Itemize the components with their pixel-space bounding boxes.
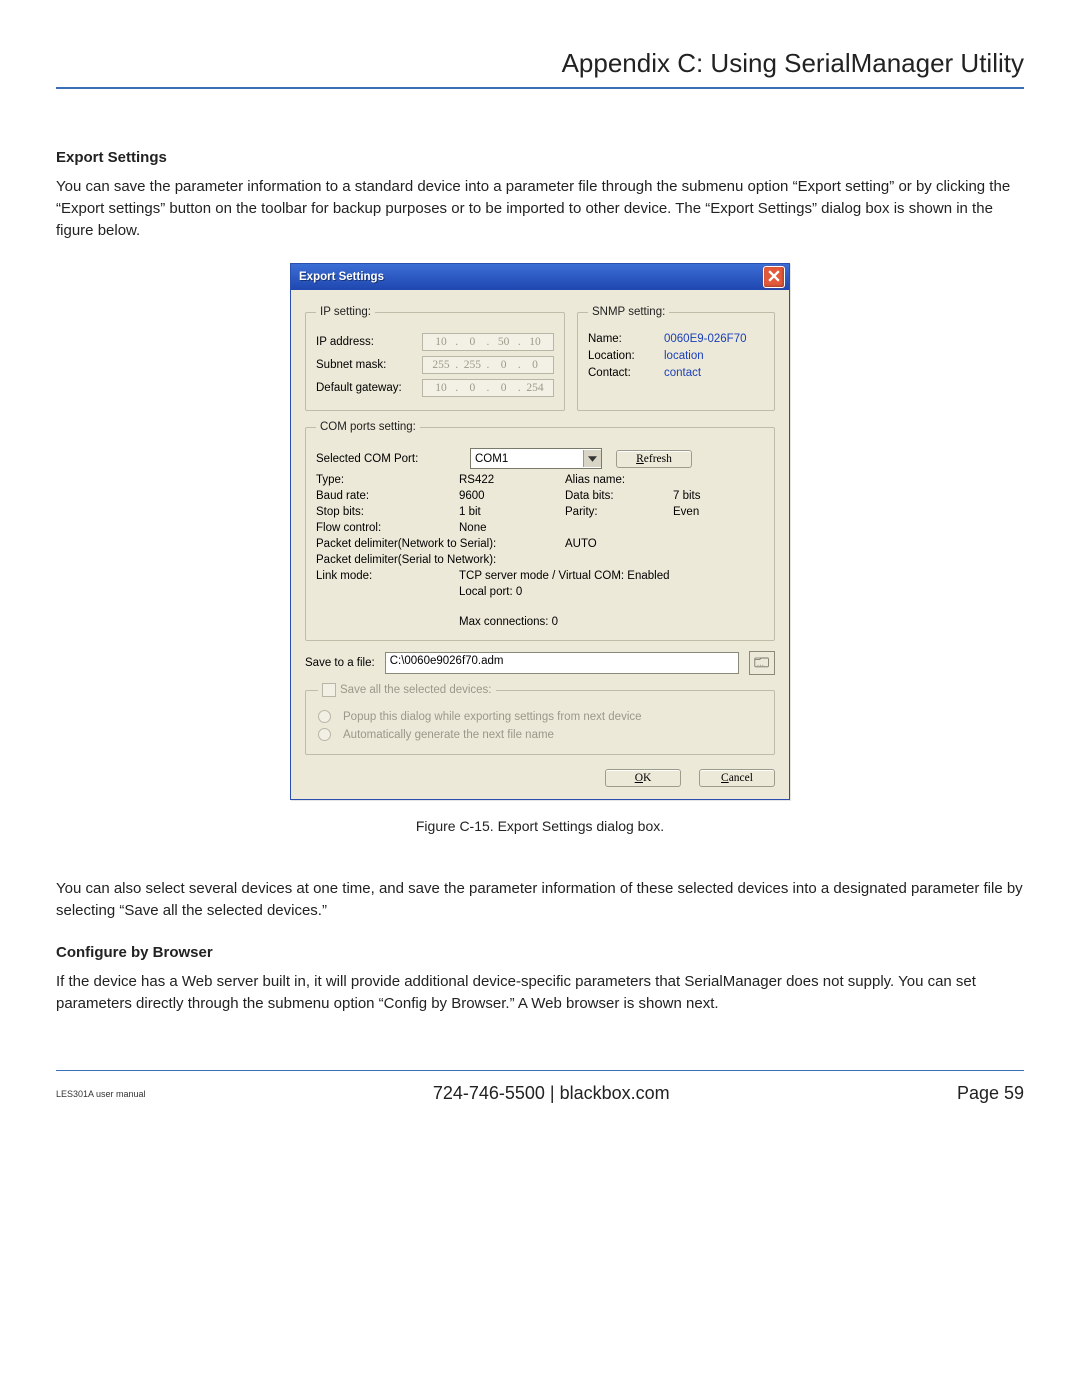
save-path-input[interactable]: C:\0060e9026f70.adm xyxy=(385,652,739,674)
ip-address-label: IP address: xyxy=(316,336,416,348)
auto-generate-label: Automatically generate the next file nam… xyxy=(343,729,554,741)
alias-label: Alias name: xyxy=(565,474,673,486)
default-gateway-input[interactable]: 10. 0. 0. 254 xyxy=(422,379,554,397)
type-label: Type: xyxy=(316,474,459,486)
browse-button[interactable] xyxy=(749,651,775,675)
figure-caption: Figure C-15. Export Settings dialog box. xyxy=(56,818,1024,834)
packet-delim-n2s-value: AUTO xyxy=(565,538,597,550)
com-port-select-value: COM1 xyxy=(471,453,583,465)
ok-button[interactable]: OK xyxy=(605,769,681,787)
ip-address-input[interactable]: 10. 0. 50. 10 xyxy=(422,333,554,351)
popup-dialog-radio[interactable] xyxy=(318,710,331,723)
com-ports-legend: COM ports setting: xyxy=(316,421,420,433)
folder-icon xyxy=(754,655,770,672)
cancel-button[interactable]: Cancel xyxy=(699,769,775,787)
page-title: Appendix C: Using SerialManager Utility xyxy=(56,48,1024,79)
snmp-location-label: Location: xyxy=(588,350,658,362)
ip-setting-fieldset: IP setting: IP address: 10. 0. 50. 10 S xyxy=(305,306,565,411)
para-configure-by-browser: If the device has a Web server built in,… xyxy=(56,971,1024,1015)
parity-label: Parity: xyxy=(565,506,673,518)
close-button[interactable] xyxy=(763,266,785,288)
footer-page-number: Page 59 xyxy=(957,1083,1024,1104)
save-to-file-label: Save to a file: xyxy=(305,657,375,669)
save-all-legend: Save all the selected devices: xyxy=(340,684,492,696)
popup-dialog-label: Popup this dialog while exporting settin… xyxy=(343,711,642,723)
export-settings-dialog: Export Settings IP setting: IP address: … xyxy=(290,263,790,800)
max-connections-value: Max connections: 0 xyxy=(459,616,558,628)
alias-value xyxy=(673,474,764,486)
para-save-all-devices: You can also select several devices at o… xyxy=(56,878,1024,922)
subnet-mask-label: Subnet mask: xyxy=(316,359,416,371)
snmp-contact-label: Contact: xyxy=(588,367,658,379)
com-ports-fieldset: COM ports setting: Selected COM Port: CO… xyxy=(305,421,775,641)
snmp-location-value: location xyxy=(664,350,704,362)
subnet-mask-input[interactable]: 255. 255. 0. 0 xyxy=(422,356,554,374)
footer-center: 724-746-5500 | blackbox.com xyxy=(146,1083,957,1104)
close-icon xyxy=(768,270,780,285)
footer-left: LES301A user manual xyxy=(56,1089,146,1099)
stop-bits-label: Stop bits: xyxy=(316,506,459,518)
flow-control-value: None xyxy=(459,522,565,534)
packet-delim-s2n-label: Packet delimiter(Serial to Network): xyxy=(316,554,496,566)
header-rule xyxy=(56,87,1024,89)
section-configure-by-browser-heading: Configure by Browser xyxy=(56,944,1024,961)
ip-setting-legend: IP setting: xyxy=(316,306,375,318)
save-all-fieldset: Save all the selected devices: Popup thi… xyxy=(305,683,775,755)
footer-rule xyxy=(56,1070,1024,1071)
dialog-title: Export Settings xyxy=(299,271,384,283)
selected-com-port-label: Selected COM Port: xyxy=(316,453,456,465)
chevron-down-icon xyxy=(583,450,601,467)
com-port-select[interactable]: COM1 xyxy=(470,448,602,469)
baud-rate-label: Baud rate: xyxy=(316,490,459,502)
data-bits-value: 7 bits xyxy=(673,490,764,502)
link-mode-value: TCP server mode / Virtual COM: Enabled xyxy=(459,570,670,582)
stop-bits-value: 1 bit xyxy=(459,506,565,518)
refresh-button[interactable]: Refresh xyxy=(616,450,692,468)
baud-rate-value: 9600 xyxy=(459,490,565,502)
local-port-value: Local port: 0 xyxy=(459,586,522,598)
type-value: RS422 xyxy=(459,474,565,486)
snmp-contact-value: contact xyxy=(664,367,701,379)
link-mode-label: Link mode: xyxy=(316,570,459,582)
snmp-setting-fieldset: SNMP setting: Name: 0060E9-026F70 Locatio… xyxy=(577,306,775,411)
flow-control-label: Flow control: xyxy=(316,522,459,534)
snmp-setting-legend: SNMP setting: xyxy=(588,306,669,318)
default-gateway-label: Default gateway: xyxy=(316,382,416,394)
save-all-checkbox[interactable] xyxy=(322,683,336,697)
snmp-name-value: 0060E9-026F70 xyxy=(664,333,746,345)
para-export-settings: You can save the parameter information t… xyxy=(56,176,1024,241)
dialog-titlebar[interactable]: Export Settings xyxy=(291,264,789,290)
parity-value: Even xyxy=(673,506,764,518)
packet-delim-n2s-label: Packet delimiter(Network to Serial): xyxy=(316,538,565,550)
snmp-name-label: Name: xyxy=(588,333,658,345)
data-bits-label: Data bits: xyxy=(565,490,673,502)
section-export-settings-heading: Export Settings xyxy=(56,149,1024,166)
auto-generate-radio[interactable] xyxy=(318,728,331,741)
